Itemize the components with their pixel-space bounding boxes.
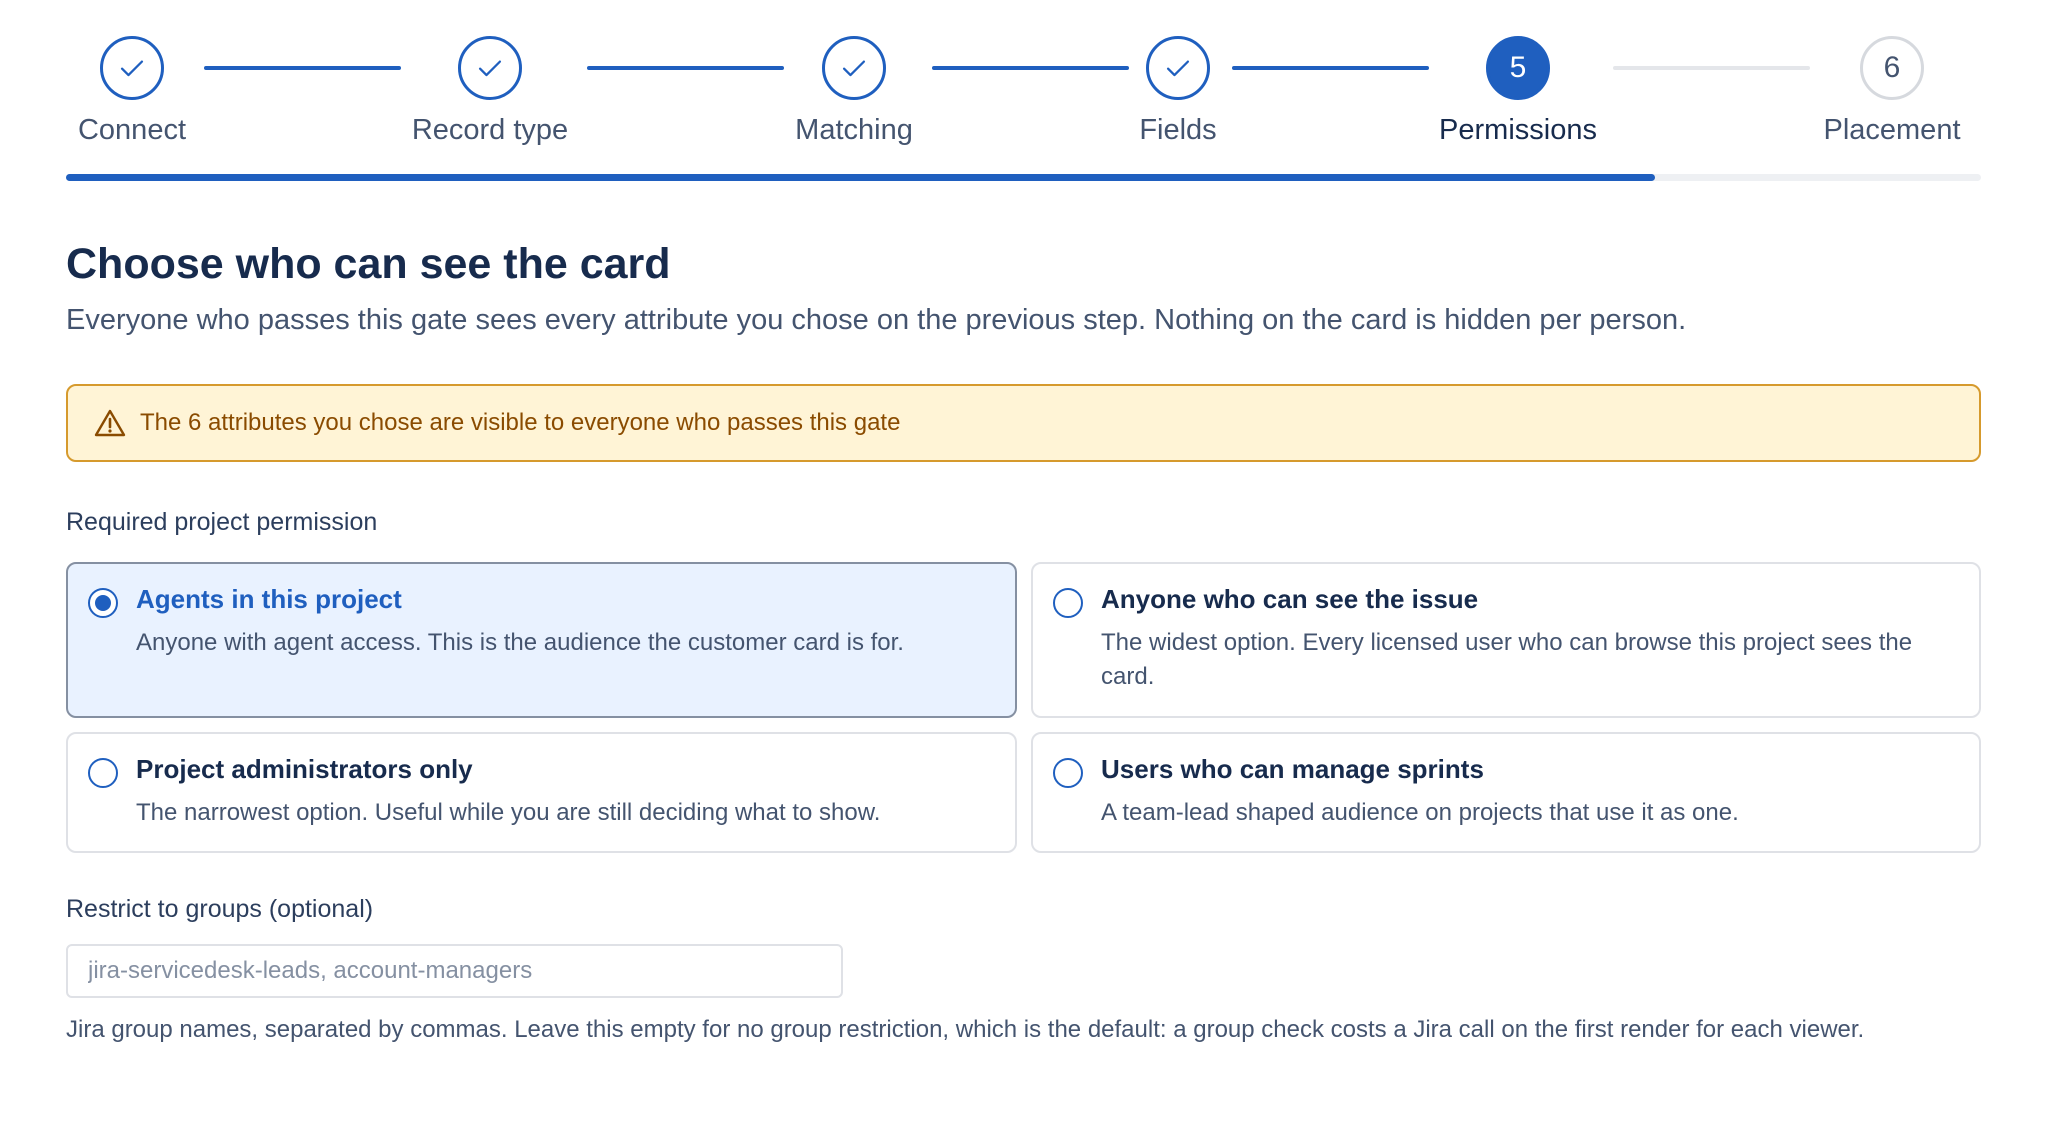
permission-option-agents[interactable]: Agents in this project Anyone with agent… — [66, 562, 1017, 718]
step-1-label[interactable]: Connect — [2, 114, 262, 147]
step-connector — [204, 66, 401, 70]
check-icon — [842, 60, 866, 77]
check-icon — [478, 60, 502, 77]
groups-input[interactable] — [66, 944, 843, 998]
radio-agents[interactable] — [88, 588, 118, 618]
step-3-complete-circle[interactable] — [822, 36, 886, 100]
check-icon — [120, 60, 144, 77]
permission-option-admins[interactable]: Project administrators only The narrowes… — [66, 732, 1017, 853]
step-connector — [587, 66, 784, 70]
step-5-active-circle[interactable]: 5 — [1486, 36, 1550, 100]
page-subtitle: Everyone who passes this gate sees every… — [66, 304, 1687, 336]
option-title: Users who can manage sprints — [1101, 754, 1484, 784]
progress-bar-fill — [66, 174, 1656, 181]
permission-option-sprint-managers[interactable]: Users who can manage sprints A team-lead… — [1031, 732, 1981, 853]
step-3-label[interactable]: Matching — [724, 114, 984, 147]
warning-text: The 6 attributes you chose are visible t… — [140, 409, 901, 436]
step-6-label[interactable]: Placement — [1762, 114, 2022, 147]
radio-issue-viewers[interactable] — [1053, 588, 1083, 618]
step-2-complete-circle[interactable] — [458, 36, 522, 100]
step-4-label[interactable]: Fields — [1048, 114, 1308, 147]
progress-bar — [66, 174, 1981, 181]
option-description: Anyone with agent access. This is the au… — [136, 629, 904, 656]
option-description: The widest option. Every licensed user w… — [1101, 629, 1913, 690]
page-title: Choose who can see the card — [66, 240, 671, 288]
groups-label: Restrict to groups (optional) — [66, 895, 374, 923]
permission-section-label: Required project permission — [66, 508, 378, 536]
step-connector — [932, 66, 1129, 70]
option-description: The narrowest option. Useful while you a… — [136, 799, 881, 826]
option-title: Agents in this project — [136, 584, 402, 614]
step-6-pending-circle[interactable]: 6 — [1860, 36, 1924, 100]
step-4-complete-circle[interactable] — [1146, 36, 1210, 100]
radio-admins[interactable] — [88, 758, 118, 788]
visibility-warning-banner: The 6 attributes you chose are visible t… — [66, 384, 1981, 462]
step-connector — [1232, 66, 1429, 70]
permission-option-issue-viewers[interactable]: Anyone who can see the issue The widest … — [1031, 562, 1981, 718]
option-title: Project administrators only — [136, 754, 473, 784]
option-title: Anyone who can see the issue — [1101, 584, 1479, 614]
groups-help-text: Jira group names, separated by commas. L… — [66, 1016, 1865, 1043]
option-description: A team-lead shaped audience on projects … — [1101, 799, 1739, 826]
step-5-label[interactable]: Permissions — [1388, 114, 1648, 147]
step-2-label[interactable]: Record type — [360, 114, 620, 147]
radio-sprint-managers[interactable] — [1053, 758, 1083, 788]
warning-triangle-icon — [94, 409, 126, 437]
step-connector-pending — [1613, 66, 1810, 70]
step-1-complete-circle[interactable] — [100, 36, 164, 100]
check-icon — [1166, 60, 1190, 77]
